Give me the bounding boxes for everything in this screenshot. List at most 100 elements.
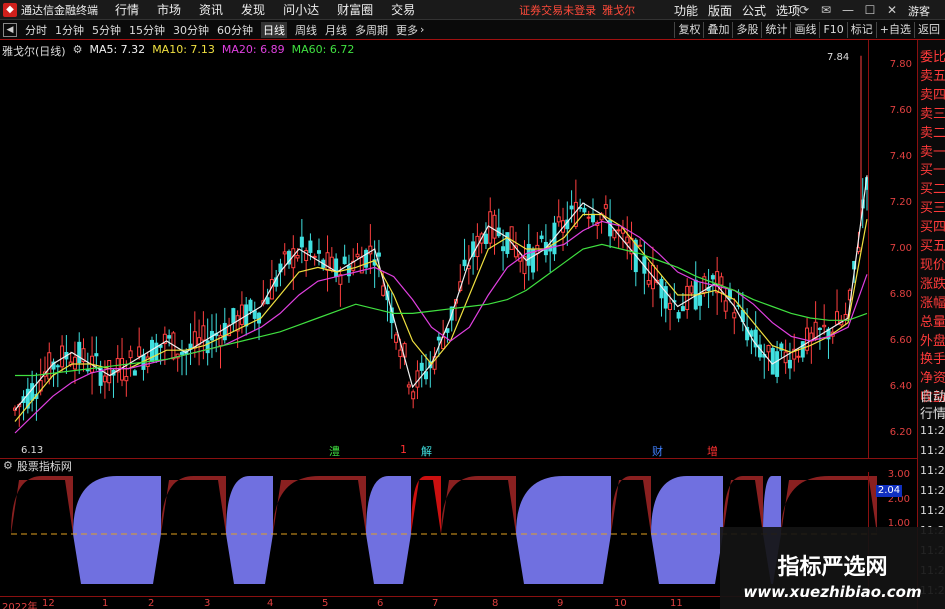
candle-body [646,280,651,285]
date-tick: 8 [492,598,499,609]
menu-formula[interactable]: 公式 [742,2,766,19]
side-label: 买二 [920,182,945,198]
event-marker[interactable]: 财 [652,443,663,459]
menu-quotes[interactable]: 行情 [115,1,139,18]
side-label: 总量 [920,314,945,330]
event-marker[interactable]: 澧 [329,443,340,459]
side-label: 买三 [920,201,945,217]
stock-name-title: 雅戈尔 [602,3,636,17]
menu-market[interactable]: 市场 [157,1,181,18]
menu-ask[interactable]: 问小达 [283,1,319,18]
candle-body [531,249,536,273]
candlestick-chart[interactable]: 7.84 6.13 [0,40,890,458]
candle-body [355,253,360,258]
menu-layout[interactable]: 版面 [708,2,732,19]
tab-5min[interactable]: 5分钟 [92,22,121,38]
draw-line-button[interactable]: 画线 [790,22,819,38]
menu-news[interactable]: 资讯 [199,1,223,18]
tab-60min[interactable]: 60分钟 [217,22,253,38]
add-watchlist-button[interactable]: +自选 [875,22,914,38]
indicator-settings-icon[interactable]: ⚙ [3,459,13,472]
candle-body [817,327,822,331]
mail-icon[interactable]: ✉ [818,2,834,18]
candle-body [248,299,253,312]
tab-daily[interactable]: 日线 [261,21,287,38]
statistics-button[interactable]: 统计 [761,22,790,38]
date-tick: 5 [322,598,329,609]
tab-intraday[interactable]: 分时 [25,22,47,38]
menu-wealth[interactable]: 财富圈 [337,1,373,18]
side-label: 买四 [920,220,945,236]
more-chevron-icon[interactable]: › [420,23,424,36]
menu-discover[interactable]: 发现 [241,1,265,18]
candle-body [201,325,206,341]
candle-body [72,356,77,370]
candle-body [663,286,668,309]
side-label: 涨幅 [920,295,945,311]
tab-15min[interactable]: 15分钟 [129,22,165,38]
candle-body [265,297,270,305]
side-label: 卖二 [920,125,945,141]
candle-body [94,353,99,357]
return-button[interactable]: 返回 [914,22,943,38]
candle-body [625,236,630,244]
f10-button[interactable]: F10 [819,22,846,38]
guest-user[interactable]: 游客 [908,3,930,19]
mark-button[interactable]: 标记 [846,22,876,38]
date-tick: 10 [614,598,627,609]
nav-back-icon[interactable]: ◀ [3,22,17,37]
side-label: 委比 [920,50,945,65]
close-icon[interactable]: ✕ [884,2,900,18]
login-status[interactable]: 证券交易未登录 [519,2,596,18]
app-title: 通达信金融终端 [21,3,98,17]
side-auto-label[interactable]: 行情 [920,403,945,422]
event-marker[interactable]: 增 [707,443,718,459]
candle-body [132,370,137,376]
candle-body [483,233,488,245]
price-tick: 6.80 [889,289,912,300]
tab-1min[interactable]: 1分钟 [55,22,84,38]
indicator-tick: 3.00 [887,469,910,480]
candle-body [501,246,506,252]
event-marker[interactable]: 1 [400,443,407,456]
tab-weekly[interactable]: 周线 [295,22,317,38]
indicator-wave [411,476,441,534]
tab-monthly[interactable]: 月线 [325,22,347,38]
candle-body [60,345,65,368]
maximize-icon[interactable]: ☐ [862,2,878,18]
title-bar: ◆ 通达信金融终端 行情 市场 资讯 发现 问小达 财富圈 交易 证券交易未登录… [0,0,945,20]
candle-body [398,349,403,358]
menu-trade[interactable]: 交易 [391,1,415,18]
price-tick: 7.40 [889,151,912,162]
side-label: 外盘 [920,333,945,349]
watermark-overlay: 指标严选网 www.xuezhibiao.com [720,527,945,609]
candle-body [291,248,296,269]
candle-body [47,352,52,380]
indicator-wave [781,476,877,534]
tab-more[interactable]: 更多 [396,22,418,38]
candle-body [569,205,574,210]
adjust-button[interactable]: 复权 [674,22,703,38]
price-tick: 6.20 [889,427,912,438]
refresh-icon[interactable]: ⟳ [796,2,812,18]
indicator-header: ⚙ 股票指标网 [0,458,917,473]
overlay-button[interactable]: 叠加 [703,22,732,38]
side-label: 卖一 [920,144,945,160]
event-marker[interactable]: 解 [421,443,432,459]
right-menus: 功能 版面 公式 选项 [664,2,800,19]
candle-body [723,300,728,312]
date-tick: 1 [102,598,109,609]
candle-body [822,324,827,328]
minimize-icon[interactable]: — [840,2,856,18]
candle-body [77,341,82,364]
candle-body [394,334,399,343]
price-tick: 7.60 [889,105,912,116]
side-label: 买一 [920,163,945,179]
tab-multi-period[interactable]: 多周期 [355,22,388,38]
menu-function[interactable]: 功能 [674,2,698,19]
side-label: 涨跌 [920,276,945,292]
multi-stock-button[interactable]: 多股 [732,22,761,38]
app-logo-icon: ◆ [3,2,17,17]
tab-30min[interactable]: 30分钟 [173,22,209,38]
candle-body [381,285,386,296]
